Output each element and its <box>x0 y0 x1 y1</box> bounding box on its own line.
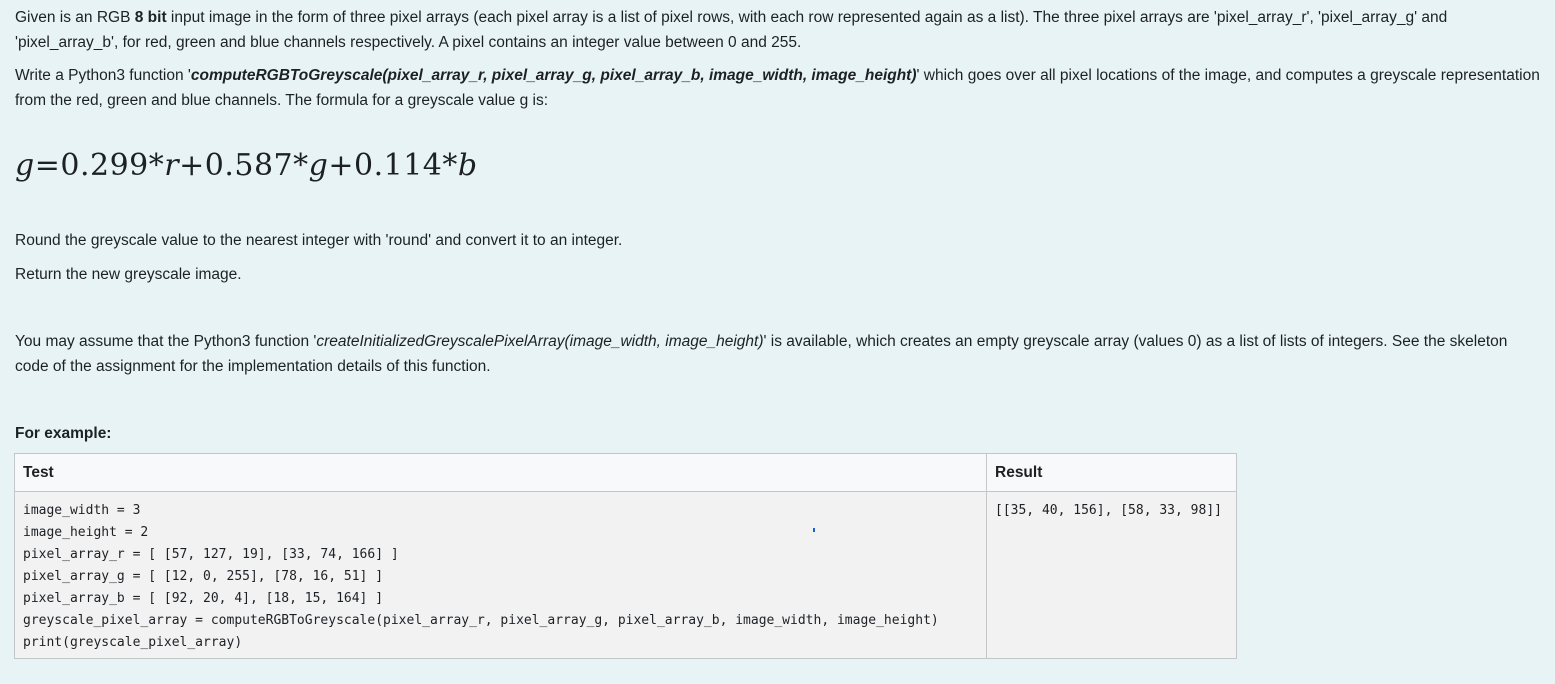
test-code-cell: image_width = 3 image_height = 2 pixel_a… <box>14 491 987 659</box>
helper-function-name: createInitializedGreyscalePixelArray(ima… <box>316 333 764 350</box>
intro-paragraph: Given is an RGB 8 bit input image in the… <box>15 5 1545 55</box>
helper-paragraph: You may assume that the Python3 function… <box>15 329 1545 379</box>
example-label: For example: <box>15 425 112 442</box>
intro-text-b: input image in the form of three pixel a… <box>15 9 1448 51</box>
bit-depth-bold: 8 bit <box>134 9 167 26</box>
test-column-header: Test <box>14 453 987 492</box>
task-paragraph: Write a Python3 function 'computeRGBToGr… <box>15 63 1545 113</box>
round-instruction: Round the greyscale value to the nearest… <box>15 232 623 249</box>
formula-r: r <box>164 148 180 183</box>
example-header-row: Test Result <box>14 453 1237 492</box>
table-row: image_width = 3 image_height = 2 pixel_a… <box>14 491 1237 659</box>
formula-g: g <box>15 148 35 183</box>
helper-text-a: You may assume that the Python3 function… <box>15 333 317 350</box>
example-table: Test Result image_width = 3 image_height… <box>14 453 1237 659</box>
function-signature: computeRGBToGreyscale(pixel_array_r, pix… <box>190 67 917 84</box>
intro-text-a: Given is an RGB <box>15 9 135 26</box>
return-instruction: Return the new greyscale image. <box>15 266 242 283</box>
formula-coef-b: +0.114* <box>328 148 458 183</box>
formula-coef-g: +0.587* <box>179 148 309 183</box>
text-cursor-mark <box>813 528 815 532</box>
formula-coef-r: =0.299* <box>34 148 165 183</box>
greyscale-formula: g=0.299*r+0.587*g+0.114*b <box>15 146 478 186</box>
result-column-header: Result <box>986 453 1237 492</box>
formula-b: b <box>457 148 478 183</box>
test-code: image_width = 3 image_height = 2 pixel_a… <box>23 503 939 650</box>
result-cell: [[35, 40, 156], [58, 33, 98]] <box>986 491 1237 659</box>
task-text-a: Write a Python3 function ' <box>15 67 191 84</box>
formula-g2: g <box>308 148 329 183</box>
question-text-panel: Given is an RGB 8 bit input image in the… <box>0 0 1555 684</box>
result-value: [[35, 40, 156], [58, 33, 98]] <box>995 503 1222 518</box>
